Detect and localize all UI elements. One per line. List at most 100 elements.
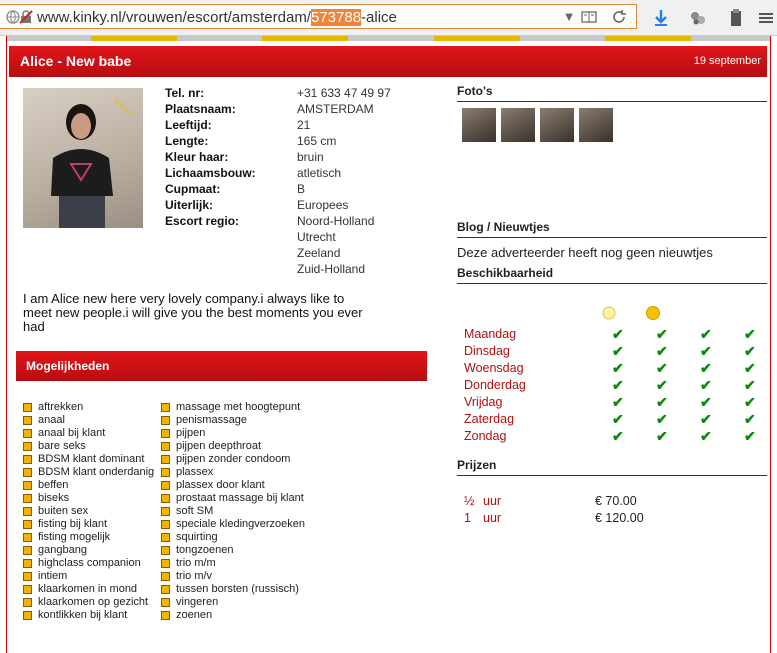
option-item: prostaat massage bij klant xyxy=(161,492,305,505)
detail-row: Kleur haar: bruin xyxy=(165,149,391,165)
check-icon: ✔ xyxy=(656,360,668,376)
url-highlight: 573788 xyxy=(310,9,362,26)
option-label: trio m/m xyxy=(176,557,216,569)
option-item: vingeren xyxy=(161,596,305,609)
option-item: anaal xyxy=(23,414,154,427)
detail-row: Plaatsnaam: AMSTERDAM xyxy=(165,101,391,117)
check-icon: ✔ xyxy=(744,411,756,427)
url-text[interactable]: www.kinky.nl/vrouwen/escort/amsterdam/57… xyxy=(37,9,397,26)
option-label: zoenen xyxy=(176,609,213,621)
evening-moon-icon xyxy=(693,307,699,319)
morning-sun-icon xyxy=(602,306,616,320)
bullet-icon xyxy=(161,507,170,516)
option-item: soft SM xyxy=(161,505,305,518)
check-icon: ✔ xyxy=(700,343,712,359)
check-icon: ✔ xyxy=(612,411,624,427)
option-label: fisting mogelijk xyxy=(38,531,111,543)
price-qty: 1 xyxy=(464,511,471,525)
option-item: tongzoenen xyxy=(161,544,305,557)
check-icon: ✔ xyxy=(656,411,668,427)
detail-value: 21 xyxy=(297,118,311,132)
bullet-icon xyxy=(161,481,170,490)
bullet-icon xyxy=(161,442,170,451)
option-item: intiem xyxy=(23,570,154,583)
check-icon: ✔ xyxy=(612,343,624,359)
bullet-icon xyxy=(23,520,32,529)
escort-regions: Utrecht Zeeland Zuid-Holland xyxy=(297,229,365,277)
option-label: klaarkomen op gezicht xyxy=(38,596,149,608)
detail-label: Tel. nr: xyxy=(165,86,205,100)
option-label: massage met hoogtepunt xyxy=(176,401,301,413)
profile-photo[interactable]: kinky.nl xyxy=(23,88,143,228)
bullet-icon xyxy=(161,533,170,542)
bullet-icon xyxy=(161,546,170,555)
day-label: Donderdag xyxy=(464,378,526,392)
photo-thumbnail[interactable] xyxy=(501,108,535,142)
option-item: fisting mogelijk xyxy=(23,531,154,544)
check-icon: ✔ xyxy=(656,343,668,359)
check-icon: ✔ xyxy=(744,326,756,342)
option-label: trio m/v xyxy=(176,570,213,582)
reload-icon[interactable] xyxy=(610,8,628,26)
option-label: kontlikken bij klant xyxy=(38,609,128,621)
option-item: BDSM klant dominant xyxy=(23,453,154,466)
ad-date: 19 september xyxy=(693,55,761,67)
option-item: pijpen xyxy=(161,427,305,440)
option-label: anaal bij klant xyxy=(38,427,106,439)
option-item: zoenen xyxy=(161,609,305,622)
address-bar[interactable]: www.kinky.nl/vrouwen/escort/amsterdam/57… xyxy=(0,4,637,29)
dropdown-arrow-icon[interactable]: ▼ xyxy=(560,8,578,26)
detail-row: Tel. nr: +31 633 47 49 97 xyxy=(165,85,391,101)
download-icon[interactable] xyxy=(650,8,672,28)
photo-thumbnail[interactable] xyxy=(540,108,574,142)
option-label: penismassage xyxy=(176,414,247,426)
option-label: klaarkomen in mond xyxy=(38,583,138,595)
profile-details: Tel. nr: +31 633 47 49 97 Plaatsnaam: AMSTE… xyxy=(165,85,391,229)
detail-label: Plaatsnaam: xyxy=(165,102,236,116)
day-label: Dinsdag xyxy=(464,344,510,358)
option-label: vingeren xyxy=(176,596,219,608)
option-item: beffen xyxy=(23,479,154,492)
bullet-icon xyxy=(23,429,32,438)
bullet-icon xyxy=(23,403,32,412)
detail-row: Lichaamsbouw: atletisch xyxy=(165,165,391,181)
bullet-icon xyxy=(23,481,32,490)
detail-value: B xyxy=(297,182,306,196)
option-item: fisting bij klant xyxy=(23,518,154,531)
option-label: plassex door klant xyxy=(176,479,265,491)
option-item: pijpen deepthroat xyxy=(161,440,305,453)
check-icon: ✔ xyxy=(656,394,668,410)
bullet-icon xyxy=(161,585,170,594)
detail-label: Cupmaat: xyxy=(165,182,221,196)
options-header: Mogelijkheden xyxy=(16,351,427,381)
check-icon: ✔ xyxy=(744,394,756,410)
menu-icon[interactable] xyxy=(755,8,777,28)
check-icon: ✔ xyxy=(612,360,624,376)
option-label: buiten sex xyxy=(38,505,89,517)
bullet-icon xyxy=(161,520,170,529)
photo-thumbnail[interactable] xyxy=(579,108,613,142)
options-column-2: massage met hoogtepunt penismassage pijpen… xyxy=(161,401,305,622)
option-item: tussen borsten (russisch) xyxy=(161,583,305,596)
check-icon: ✔ xyxy=(744,377,756,393)
browser-toolbar: www.kinky.nl/vrouwen/escort/amsterdam/57… xyxy=(0,0,777,36)
check-icon: ✔ xyxy=(744,428,756,444)
bullet-icon xyxy=(161,455,170,464)
option-item: trio m/v xyxy=(161,570,305,583)
region-item: Utrecht xyxy=(297,230,336,244)
option-item: buiten sex xyxy=(23,505,154,518)
check-icon: ✔ xyxy=(700,326,712,342)
option-label: prostaat massage bij klant xyxy=(176,492,304,504)
option-item: speciale kledingverzoeken xyxy=(161,518,305,531)
bullet-icon xyxy=(161,611,170,620)
bullet-icon xyxy=(161,416,170,425)
bullet-icon xyxy=(23,598,32,607)
clipboard-icon[interactable] xyxy=(725,8,747,28)
detail-value: bruin xyxy=(297,150,324,164)
bullet-icon xyxy=(161,494,170,503)
extension-icon[interactable] xyxy=(687,8,709,28)
reader-view-icon[interactable] xyxy=(580,8,598,26)
insecure-lock-icon xyxy=(19,10,33,24)
photo-thumbnail[interactable] xyxy=(462,108,496,142)
bullet-icon xyxy=(23,559,32,568)
